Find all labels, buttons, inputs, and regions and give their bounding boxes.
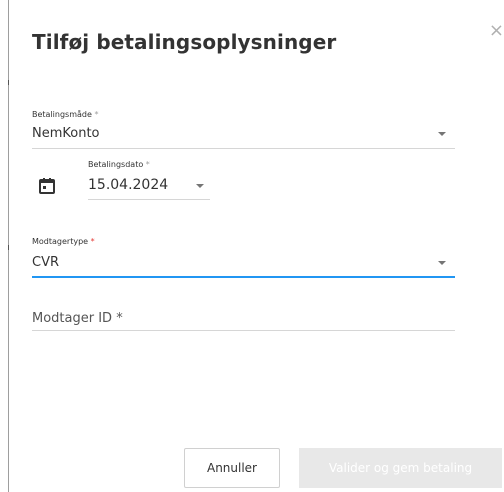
chevron-down-icon[interactable] <box>438 261 446 265</box>
payment-date-label: Betalingsdato * <box>88 160 150 169</box>
chevron-down-icon[interactable] <box>438 132 446 136</box>
payment-method-value: NemKonto <box>32 126 100 141</box>
validate-save-payment-button[interactable]: Valider og gem betaling <box>299 448 502 488</box>
screen: × Tilføj betalingsoplysninger Betalingsm… <box>0 0 504 492</box>
recipient-id-placeholder: Modtager ID * <box>32 311 123 326</box>
recipient-id-underline <box>32 330 455 331</box>
payment-method-label: Betalingsmåde * <box>32 110 99 119</box>
calendar-icon[interactable] <box>38 177 56 195</box>
recipient-type-value: CVR <box>32 255 60 270</box>
recipient-type-label: Modtagertype * <box>32 237 95 246</box>
payment-date-underline <box>88 199 210 200</box>
payment-date-value: 15.04.2024 <box>88 177 169 193</box>
dialog-title: Tilføj betalingsoplysninger <box>32 30 337 54</box>
chevron-down-icon[interactable] <box>196 184 204 188</box>
payment-method-underline <box>32 148 455 149</box>
close-icon[interactable]: × <box>489 22 504 40</box>
payment-details-dialog: × Tilføj betalingsoplysninger Betalingsm… <box>9 0 504 492</box>
recipient-type-underline <box>32 276 455 278</box>
cancel-button[interactable]: Annuller <box>184 448 280 488</box>
